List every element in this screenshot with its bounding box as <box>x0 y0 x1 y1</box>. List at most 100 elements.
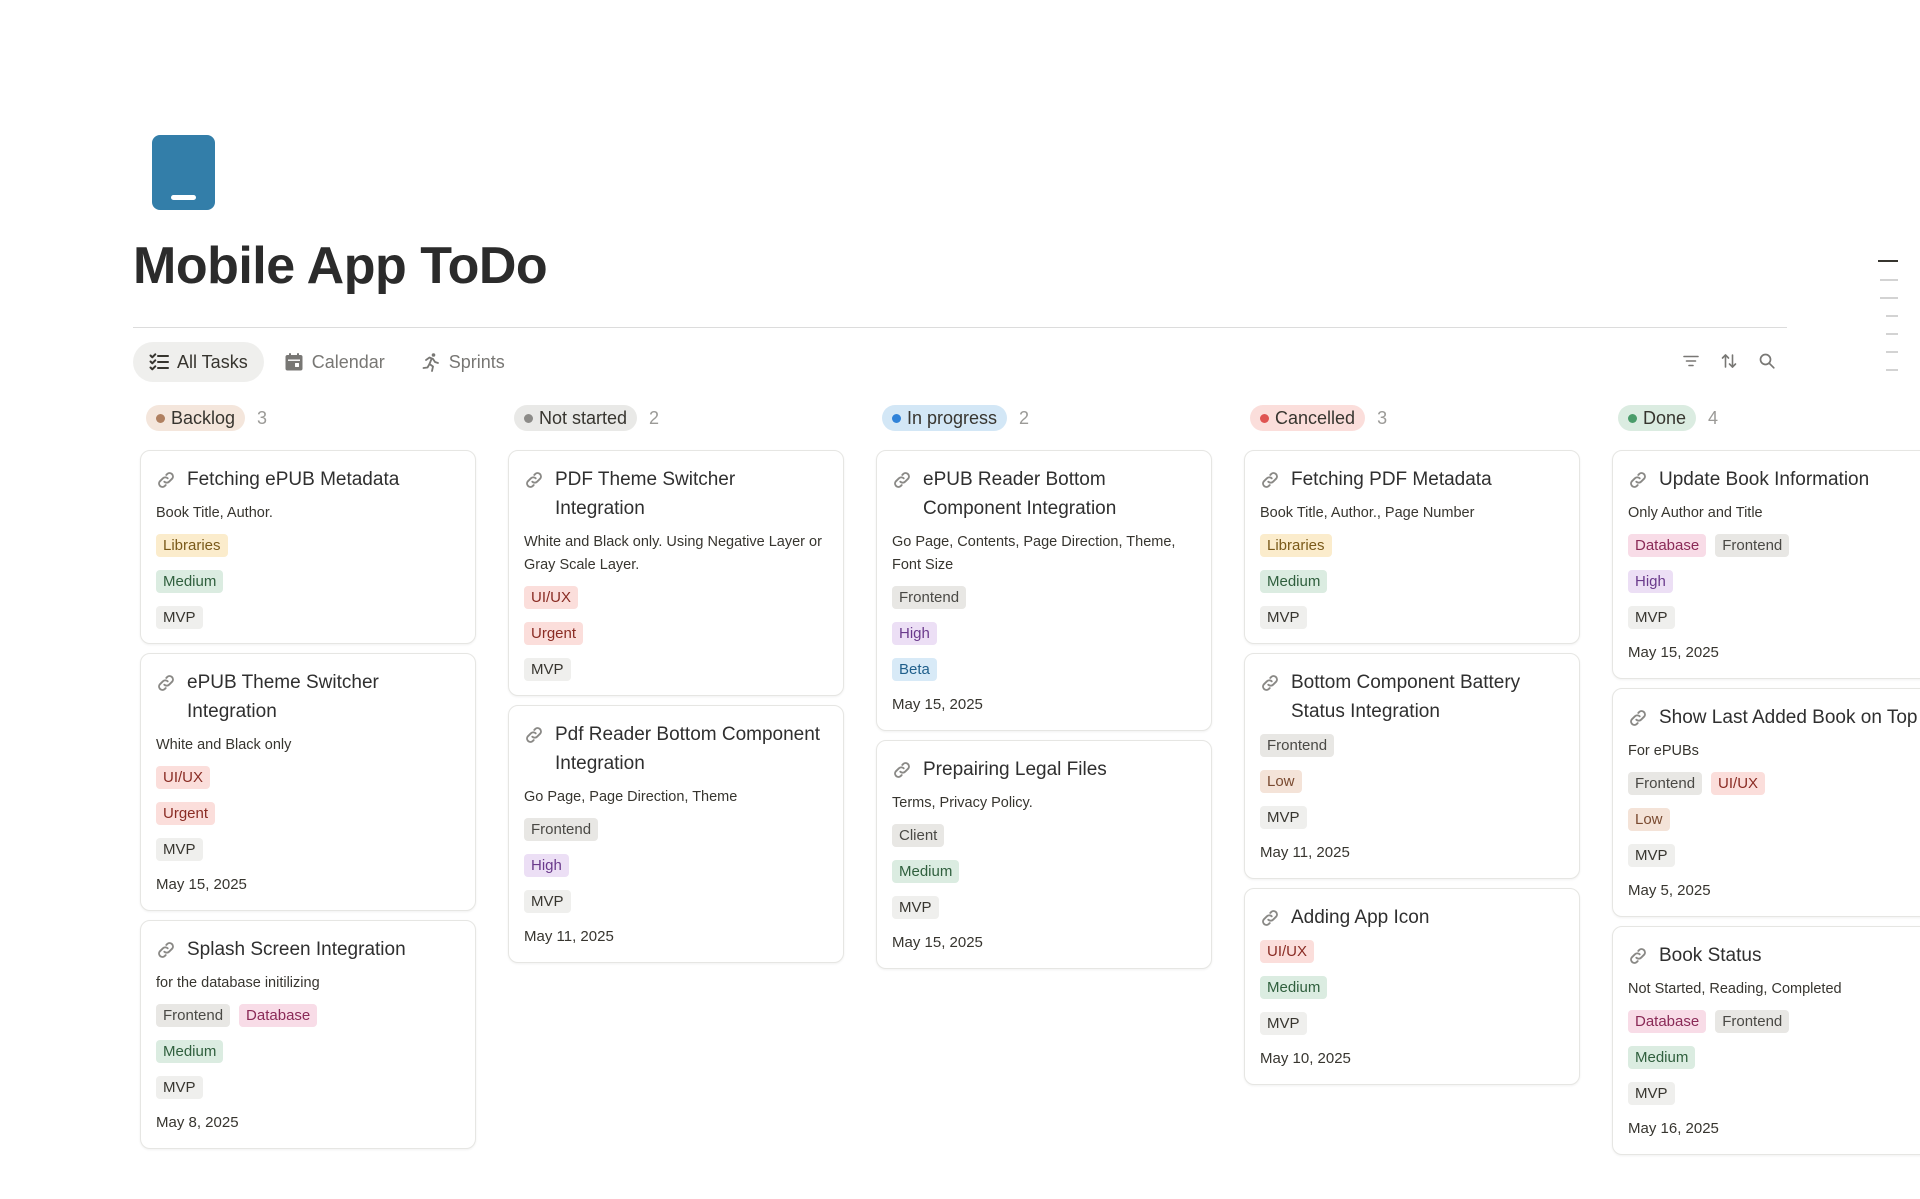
page-title[interactable]: Mobile App ToDo <box>133 236 548 296</box>
task-card[interactable]: Update Book Information Only Author and T… <box>1612 450 1920 679</box>
card-title-row: Book Status <box>1628 941 1920 970</box>
tab-sprints[interactable]: Sprints <box>405 342 521 382</box>
link-icon <box>1260 903 1282 932</box>
tab-all-tasks[interactable]: All Tasks <box>133 342 264 382</box>
link-icon <box>892 465 914 494</box>
column-count: 3 <box>1377 407 1388 428</box>
tag-row: MVP <box>1260 1012 1565 1035</box>
tag-row: MVP <box>1628 1082 1920 1105</box>
status-badge[interactable]: Done <box>1618 405 1697 431</box>
toc-line[interactable] <box>1886 351 1898 353</box>
filter-icon <box>1683 355 1699 367</box>
toc-line[interactable] <box>1886 369 1898 371</box>
filter-button[interactable] <box>1680 350 1702 372</box>
tag-badge: Low <box>1628 808 1670 831</box>
card-date: May 15, 2025 <box>892 696 983 713</box>
task-card[interactable]: Fetching ePUB Metadata Book Title, Author… <box>140 450 476 644</box>
status-dot-icon <box>1260 413 1269 423</box>
tag-badge: MVP <box>1260 806 1307 829</box>
column-header[interactable]: Not started 2 <box>514 404 844 432</box>
task-card[interactable]: Splash Screen Integration for the databas… <box>140 920 476 1149</box>
status-label: Done <box>1643 407 1687 428</box>
tab-label: Calendar <box>311 351 385 372</box>
toc-line[interactable] <box>1886 315 1898 317</box>
tag-badge: Frontend <box>1628 772 1703 795</box>
task-card[interactable]: ePUB Theme Switcher Integration White and… <box>140 653 476 911</box>
card-title-row: Show Last Added Book on Top <box>1628 703 1920 732</box>
link-icon <box>156 935 178 964</box>
task-card[interactable]: Prepairing Legal Files Terms, Privacy Pol… <box>876 740 1212 969</box>
task-card[interactable]: Book Status Not Started, Reading, Complet… <box>1612 926 1920 1155</box>
card-description: Go Page, Contents, Page Direction, Theme… <box>892 534 1176 573</box>
tab-calendar[interactable]: Calendar <box>268 342 401 382</box>
tag-row: Libraries <box>1260 534 1565 557</box>
task-card[interactable]: Adding App Icon UI/UX Medium MVP May 10, 202… <box>1244 888 1580 1085</box>
tag-badge: MVP <box>156 838 203 861</box>
kanban-board: Backlog 3 Fetching ePUB Metadata Book Title… <box>140 404 1920 1164</box>
toc-line[interactable] <box>1880 297 1898 299</box>
tag-row: Urgent <box>156 802 461 825</box>
card-title-row: ePUB Theme Switcher Integration <box>156 668 461 726</box>
board-column: In progress 2 ePUB Reader Bottom Component… <box>876 404 1212 1164</box>
tag-badge: MVP <box>156 606 203 629</box>
card-description: Not Started, Reading, Completed <box>1628 981 1842 997</box>
tag-badge: Client <box>892 824 945 847</box>
task-card[interactable]: ePUB Reader Bottom Component Integration… <box>876 450 1212 731</box>
column-header[interactable]: Backlog 3 <box>146 404 476 432</box>
tag-badge: Libraries <box>156 534 228 557</box>
column-header[interactable]: In progress 2 <box>882 404 1212 432</box>
tag-row: Medium <box>156 570 461 593</box>
tag-row: High <box>1628 570 1920 593</box>
tag-row: MVP <box>1628 844 1920 867</box>
column-count: 4 <box>1708 407 1719 428</box>
tag-row: Low <box>1260 770 1565 793</box>
task-card[interactable]: Show Last Added Book on Top For ePUBs Fron… <box>1612 688 1920 917</box>
column-count: 2 <box>649 407 660 428</box>
sort-icon <box>1721 354 1737 368</box>
card-title: Bottom Component Battery Status Integrat… <box>1291 672 1521 722</box>
card-date: May 11, 2025 <box>524 928 614 945</box>
tag-badge: Medium <box>156 1040 224 1063</box>
toc-line[interactable] <box>1886 333 1898 335</box>
tag-badge: MVP <box>1628 1082 1675 1105</box>
card-description: Book Title, Author. <box>156 505 273 521</box>
tag-badge: Frontend <box>1715 1010 1790 1033</box>
column-header[interactable]: Cancelled 3 <box>1250 404 1580 432</box>
mobile-phone-icon[interactable] <box>152 135 215 210</box>
tag-badge: Urgent <box>156 802 216 825</box>
tag-badge: MVP <box>156 1076 203 1099</box>
column-header[interactable]: Done 4 <box>1618 404 1920 432</box>
tab-label: All Tasks <box>177 351 248 372</box>
tag-row: Medium <box>1628 1046 1920 1069</box>
task-card[interactable]: Bottom Component Battery Status Integrat… <box>1244 653 1580 879</box>
tag-badge: MVP <box>524 658 571 681</box>
card-title-row: ePUB Reader Bottom Component Integration <box>892 465 1197 523</box>
tag-row: Frontend <box>524 818 829 841</box>
tag-row: Beta <box>892 658 1197 681</box>
card-title: Splash Screen Integration <box>187 939 406 960</box>
sort-button[interactable] <box>1718 350 1740 372</box>
tag-row: Medium <box>156 1040 461 1063</box>
status-badge[interactable]: Cancelled <box>1250 405 1366 431</box>
status-badge[interactable]: In progress <box>882 405 1008 431</box>
task-card[interactable]: Pdf Reader Bottom Component Integration G… <box>508 705 844 963</box>
tag-row: Database Frontend <box>1628 534 1920 557</box>
status-badge[interactable]: Not started <box>514 405 638 431</box>
search-icon <box>1759 353 1775 369</box>
search-button[interactable] <box>1756 350 1778 372</box>
card-title: Fetching PDF Metadata <box>1291 469 1492 490</box>
status-badge[interactable]: Backlog <box>146 405 246 431</box>
card-description: Only Author and Title <box>1628 505 1763 521</box>
task-card[interactable]: Fetching PDF Metadata Book Title, Author.… <box>1244 450 1580 644</box>
tag-badge: Urgent <box>524 622 584 645</box>
running-person-icon <box>422 353 439 372</box>
tag-row: UI/UX <box>1260 940 1565 963</box>
card-title-row: Bottom Component Battery Status Integrat… <box>1260 668 1565 726</box>
card-title: Update Book Information <box>1659 469 1870 490</box>
tag-row: High <box>892 622 1197 645</box>
task-card[interactable]: PDF Theme Switcher Integration White and … <box>508 450 844 696</box>
title-divider <box>133 327 1787 328</box>
toc-line[interactable] <box>1878 260 1898 262</box>
tag-row: High <box>524 854 829 877</box>
toc-line[interactable] <box>1880 279 1898 281</box>
